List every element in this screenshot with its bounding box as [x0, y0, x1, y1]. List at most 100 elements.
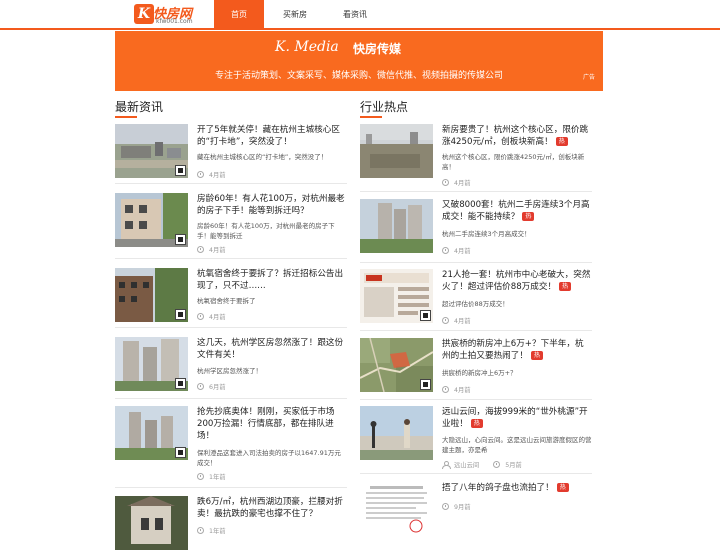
news-item[interactable]: 又破8000套！杭州二手房连续3个月高成交！能不能持续？热 杭州二手房连续3个月… [360, 199, 592, 263]
hot-badge: 热 [559, 282, 572, 291]
clock-icon [197, 246, 204, 253]
news-title-text: 远山云间，海拔999米的“世外桃源”开业啦！ [442, 407, 588, 429]
news-meta: 1年前 [197, 526, 226, 535]
qr-code-icon [175, 309, 186, 320]
news-time: 4月前 [209, 314, 226, 321]
news-time: 4月前 [454, 180, 471, 187]
clock-icon [442, 503, 449, 510]
news-title[interactable]: 远山云间，海拔999米的“世外桃源”开业啦！热 [442, 406, 592, 430]
news-desc: 超过评估价88万成交！ [442, 300, 509, 308]
news-time: 4月前 [209, 172, 226, 179]
news-desc: 房龄60年！有人花100万，对杭州最老的房子下手！能等到拆迁 [197, 222, 335, 240]
column-title-latest-news: 最新资讯 [115, 98, 347, 118]
news-thumbnail[interactable] [360, 482, 433, 536]
news-thumbnail[interactable] [115, 124, 188, 178]
clock-icon [197, 527, 204, 534]
news-meta: 9月前 [442, 502, 471, 511]
ad-label: 广告 [582, 74, 595, 81]
ad-banner[interactable]: K. Media 快房传媒 专注于活动策划、文案采写、媒体采购、微信代推、视频拍… [115, 31, 603, 91]
news-title[interactable]: 跌6万/㎡，杭州西湖边顶豪，拦腰对折卖！最抗跌的豪宅也撑不住了？ [197, 496, 347, 520]
qr-code-icon [175, 234, 186, 245]
qr-code-icon [175, 378, 186, 389]
news-thumbnail[interactable] [115, 406, 188, 460]
news-thumbnail[interactable] [360, 199, 433, 253]
nav-item-home[interactable]: 首页 [214, 0, 264, 30]
qr-code-icon [420, 310, 431, 321]
banner-signature: K. Media [275, 39, 339, 55]
news-item[interactable]: 房龄60年！有人花100万，对杭州最老的房子下手！能等到拆迁吗？ 房龄60年！有… [115, 193, 347, 259]
news-title[interactable]: 捂了八年的鸽子盘也流拍了！热 [442, 482, 592, 494]
news-thumbnail[interactable] [115, 337, 188, 391]
news-thumbnail[interactable] [360, 124, 433, 178]
news-thumbnail[interactable] [360, 406, 433, 460]
news-time: 1年前 [209, 528, 226, 535]
news-time: 4月前 [454, 318, 471, 325]
qr-code-icon [175, 447, 186, 458]
news-title[interactable]: 21人抢一套！杭州市中心老破大，突然火了！超过评估价88万成交！热 [442, 269, 592, 293]
news-title-text: 拱宸桥的新房冲上6万+？下半年，杭州的土拍又要热闹了！ [442, 339, 584, 361]
news-time: 4月前 [209, 247, 226, 254]
news-desc: 大隐远山，心向云间。这是远山云间旅游度假区的营建主题，亦是希 [442, 436, 592, 454]
news-title[interactable]: 房龄60年！有人花100万，对杭州最老的房子下手！能等到拆迁吗？ [197, 193, 347, 217]
hot-badge: 热 [530, 351, 543, 360]
news-item[interactable]: 捂了八年的鸽子盘也流拍了！热 9月前 [360, 482, 592, 538]
news-title[interactable]: 杭氧宿舍终于要拆了？拆迁招标公告出现了，只不过…… [197, 268, 347, 292]
clock-icon [197, 171, 204, 178]
news-desc: 藏在杭州主城核心区的“打卡地”，突然没了！ [197, 153, 328, 161]
news-desc: 杭州这个核心区，限价跳涨4250元/㎡，创板块新高！ [442, 153, 585, 171]
news-item[interactable]: 21人抢一套！杭州市中心老破大，突然火了！超过评估价88万成交！热 超过评估价8… [360, 269, 592, 331]
clock-icon [197, 473, 204, 480]
news-title[interactable]: 开了5年就关停！藏在杭州主城核心区的“打卡地”，突然没了！ [197, 124, 347, 148]
news-thumbnail[interactable] [360, 269, 433, 323]
news-thumbnail[interactable] [360, 338, 433, 392]
top-bar: K 快房网 kfw001.com 首页 买新房 看资讯 [0, 0, 720, 30]
column-title-hot-topics: 行业热点 [360, 98, 592, 118]
news-meta: 4月前 [442, 385, 471, 394]
news-item[interactable]: 新房要贵了！杭州这个核心区，限价跳涨4250元/㎡，创板块新高！热 杭州这个核心… [360, 124, 592, 192]
clock-icon [197, 383, 204, 390]
news-title[interactable]: 抢先抄底奥体！刚刚，买家低于市场200万捡漏！行情底部，都在排队进场！ [197, 406, 347, 442]
news-item[interactable]: 远山云间，海拔999米的“世外桃源”开业啦！热 大隐远山，心向云间。这是远山云间… [360, 406, 592, 474]
news-desc: 杭州二手房连续3个月高成交！ [442, 230, 531, 238]
news-title[interactable]: 新房要贵了！杭州这个核心区，限价跳涨4250元/㎡，创板块新高！热 [442, 124, 592, 148]
news-author[interactable]: 远山云间 [454, 460, 479, 469]
clock-icon [442, 179, 449, 186]
news-title[interactable]: 又破8000套！杭州二手房连续3个月高成交！能不能持续？热 [442, 199, 592, 223]
news-meta: 4月前 [197, 312, 226, 321]
news-time: 4月前 [454, 387, 471, 394]
hot-badge: 热 [556, 483, 569, 492]
news-thumbnail[interactable] [115, 268, 188, 322]
clock-icon [442, 247, 449, 254]
qr-code-icon [420, 379, 431, 390]
news-meta: 4月前 [442, 316, 471, 325]
news-title-text: 又破8000套！杭州二手房连续3个月高成交！能不能持续？ [442, 200, 590, 222]
news-title-text: 捂了八年的鸽子盘也流拍了！ [442, 483, 554, 493]
news-time: 5月前 [505, 462, 522, 469]
news-item[interactable]: 抢先抄底奥体！刚刚，买家低于市场200万捡漏！行情底部，都在排队进场！ 保利澄品… [115, 406, 347, 488]
news-item[interactable]: 杭氧宿舍终于要拆了？拆迁招标公告出现了，只不过…… 杭氧宿舍终于要拆了 4月前 [115, 268, 347, 328]
news-item[interactable]: 这几天，杭州学区房忽然涨了！跟这份文件有关！ 杭州学区房忽然涨了！ 6月前 [115, 337, 347, 399]
hot-topics-column: 行业热点 新房要贵了！杭州这个核心区，限价跳涨4250元/㎡，创板块新高！热 杭… [360, 98, 592, 536]
news-title[interactable]: 拱宸桥的新房冲上6万+？下半年，杭州的土拍又要热闹了！热 [442, 338, 592, 362]
news-meta: 4月前 [197, 245, 226, 254]
news-item[interactable]: 跌6万/㎡，杭州西湖边顶豪，拦腰对折卖！最抗跌的豪宅也撑不住了？ 1年前 [115, 496, 347, 550]
news-title[interactable]: 这几天，杭州学区房忽然涨了！跟这份文件有关！ [197, 337, 347, 361]
news-thumbnail[interactable] [115, 193, 188, 247]
news-meta: 4月前 [197, 170, 226, 179]
news-meta: 4月前 [442, 246, 471, 255]
news-time: 9月前 [454, 504, 471, 511]
nav-item-new-homes[interactable]: 买新房 [264, 0, 326, 30]
news-meta: 6月前 [197, 382, 226, 391]
news-meta: 4月前 [442, 178, 471, 187]
news-time: 6月前 [209, 384, 226, 391]
hot-badge: 热 [522, 212, 535, 221]
clock-icon [442, 386, 449, 393]
news-desc: 拱宸桥的新房冲上6万+？ [442, 369, 517, 377]
news-desc: 保利澄品这套进入司法拍卖的房子以1647.91万元成交！ [197, 449, 341, 467]
nav-item-news[interactable]: 看资讯 [326, 0, 384, 30]
author-icon [442, 461, 451, 469]
news-thumbnail[interactable] [115, 496, 188, 550]
news-item[interactable]: 开了5年就关停！藏在杭州主城核心区的“打卡地”，突然没了！ 藏在杭州主城核心区的… [115, 124, 347, 184]
site-logo[interactable]: K 快房网 kfw001.com [134, 3, 198, 27]
news-item[interactable]: 拱宸桥的新房冲上6万+？下半年，杭州的土拍又要热闹了！热 拱宸桥的新房冲上6万+… [360, 338, 592, 400]
